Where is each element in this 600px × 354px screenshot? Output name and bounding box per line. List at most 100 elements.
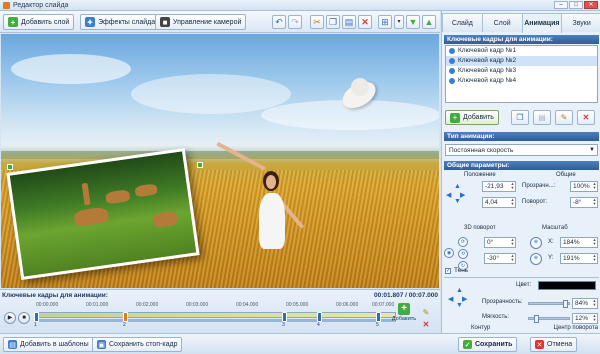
keyframe-number: 3: [282, 322, 285, 328]
rotation-3d-y-field[interactable]: -30° ▲ ▼: [484, 253, 516, 264]
brush-icon[interactable]: ✎: [555, 110, 573, 125]
close-window-button[interactable]: ✕: [584, 1, 598, 9]
paste-icon[interactable]: ▤: [342, 15, 356, 29]
arrow-left-icon[interactable]: ◀: [448, 295, 453, 303]
position-arrow-pad[interactable]: ▲ ◀ ▶ ▼: [446, 183, 468, 205]
shadow-opacity-field[interactable]: 84% ▲ ▼: [572, 298, 598, 309]
add-keyframe-panel-button[interactable]: + Добавить: [445, 110, 499, 125]
rotate-x-icon[interactable]: ⟳: [458, 237, 468, 247]
timeline-track[interactable]: [36, 312, 396, 318]
list-item[interactable]: Ключевой кадр №2: [446, 56, 597, 66]
undo-icon[interactable]: ↶: [272, 15, 286, 29]
spinner-icon[interactable]: ▲ ▼: [592, 238, 597, 247]
slider-knob[interactable]: [534, 315, 539, 323]
arrow-up-icon[interactable]: ▲: [456, 287, 463, 294]
arrow-down-icon[interactable]: ▼: [456, 302, 463, 309]
spinner-icon[interactable]: ▲ ▼: [510, 198, 515, 207]
redo-icon[interactable]: ↷: [288, 15, 302, 29]
opacity-field[interactable]: 100% ▲ ▼: [570, 181, 598, 192]
camera-control-button[interactable]: ■ Управление камерой: [155, 14, 247, 30]
copy-keyframe-icon[interactable]: ❐: [511, 110, 529, 125]
keyframe-marker[interactable]: 3: [282, 312, 287, 328]
cut-icon[interactable]: ✂: [310, 15, 324, 29]
save-stop-frame-button[interactable]: ▣ Сохранить стоп-кадр: [92, 337, 183, 352]
rotation-center-label[interactable]: Центр поворота: [554, 325, 598, 331]
scale-x-field[interactable]: 184% ▲ ▼: [560, 237, 598, 248]
arrow-up-icon[interactable]: ▲: [454, 183, 461, 190]
scale-y-field[interactable]: 191% ▲ ▼: [560, 253, 598, 264]
delete-keyframe-panel-icon[interactable]: ✕: [577, 110, 595, 125]
arrow-down-icon[interactable]: ▼: [454, 198, 461, 205]
add-layer-button[interactable]: + Добавить слой: [3, 14, 75, 30]
keyframe-marker[interactable]: 5: [376, 312, 381, 328]
deer: [81, 182, 91, 206]
shadow-opacity-slider[interactable]: [528, 300, 570, 308]
list-item[interactable]: Ключевой кадр №3: [446, 66, 597, 76]
align-dropdown-icon[interactable]: ▾: [394, 15, 404, 29]
position-x-field[interactable]: -21,93 ▲ ▼: [482, 181, 516, 192]
keyframe-list[interactable]: Ключевой кадр №1 Ключевой кадр №2 Ключев…: [445, 45, 598, 103]
save-button[interactable]: ✓ Сохранить: [458, 337, 518, 352]
softness-field[interactable]: 12% ▲ ▼: [572, 313, 598, 324]
rotation-3d-x-field[interactable]: 0° ▲ ▼: [484, 237, 516, 248]
cloud: [131, 74, 291, 114]
move-down-icon[interactable]: ▼: [406, 15, 420, 29]
shadow-checkbox[interactable]: ✓ Тень: [445, 266, 485, 275]
spinner-icon[interactable]: ▲ ▼: [510, 238, 515, 247]
spinner-icon[interactable]: ▲ ▼: [592, 299, 597, 308]
keyframe-marker[interactable]: 1: [34, 312, 39, 328]
keyframe-marker[interactable]: 2: [123, 312, 128, 328]
spinner-icon[interactable]: ▲ ▼: [510, 182, 515, 191]
delete-keyframe-icon[interactable]: ✕: [420, 320, 432, 330]
spinner-icon[interactable]: ▲ ▼: [592, 182, 597, 191]
zoom-icon[interactable]: ⊕: [530, 237, 542, 249]
delete-icon[interactable]: ✕: [358, 15, 372, 29]
softness-slider[interactable]: [528, 315, 570, 323]
checkbox-checked-icon[interactable]: ✓: [445, 267, 451, 274]
list-item[interactable]: Ключевой кадр №4: [446, 76, 597, 86]
spinner-icon[interactable]: ▲ ▼: [592, 254, 597, 263]
spinner-icon[interactable]: ▲ ▼: [592, 314, 597, 323]
maximize-button[interactable]: □: [569, 1, 583, 9]
selection-handle[interactable]: [7, 164, 13, 170]
animation-type-header: Тип анимации:: [444, 132, 599, 141]
slider-knob[interactable]: [563, 300, 568, 308]
spinner-icon[interactable]: ▲ ▼: [510, 254, 515, 263]
list-item[interactable]: Ключевой кадр №1: [446, 46, 597, 56]
zoom-icon[interactable]: ⊕: [530, 253, 542, 265]
cancel-button[interactable]: ✕ Отмена: [530, 337, 578, 352]
hat-layer[interactable]: [337, 74, 381, 114]
edit-icon[interactable]: ✎: [420, 308, 432, 318]
tab-layer[interactable]: Слой: [481, 13, 523, 32]
shadow-arrow-pad[interactable]: ▲ ◀ ▶ ▼: [448, 287, 470, 309]
play-button[interactable]: ▶: [4, 312, 16, 324]
add-to-templates-button[interactable]: ▤ Добавить в шаблоны: [3, 337, 94, 352]
keyframe-number: 1: [34, 322, 37, 328]
arrow-left-icon[interactable]: ◀: [446, 191, 451, 199]
add-keyframe-button[interactable]: + Добавить: [390, 303, 418, 333]
contour-label[interactable]: Контур: [471, 325, 490, 331]
align-icon[interactable]: ⊞: [378, 15, 392, 29]
slide-canvas[interactable]: [1, 34, 439, 288]
minimize-button[interactable]: –: [554, 1, 568, 9]
animation-type-select[interactable]: Постоянная скорость ▼: [445, 144, 598, 156]
position-y-field[interactable]: 4,04 ▲ ▼: [482, 197, 516, 208]
eye-icon[interactable]: ◉: [444, 248, 454, 258]
keyframe-marker[interactable]: 4: [317, 312, 322, 328]
rotate-field[interactable]: -8° ▲ ▼: [570, 197, 598, 208]
move-up-icon[interactable]: ▲: [422, 15, 436, 29]
keyframes-section-header: Ключевые кадры для анимации:: [444, 35, 599, 44]
tab-slide[interactable]: Слайд: [442, 13, 483, 32]
shadow-color-swatch[interactable]: [538, 281, 596, 290]
spinner-icon[interactable]: ▲ ▼: [592, 198, 597, 207]
slide-effects-button[interactable]: ✦ Эффекты слайда: [80, 14, 161, 30]
shadow-label: Тень: [454, 267, 469, 274]
selection-handle[interactable]: [197, 162, 203, 168]
copy-icon[interactable]: ❐: [326, 15, 340, 29]
add-to-templates-label: Добавить в шаблоны: [20, 341, 89, 348]
tab-sounds[interactable]: Звуки: [561, 13, 600, 32]
tab-animation[interactable]: Анимация: [521, 13, 563, 33]
paste-keyframe-icon[interactable]: ▤: [533, 110, 551, 125]
stop-button[interactable]: ■: [18, 312, 30, 324]
rotate-y-icon[interactable]: ⟲: [458, 249, 468, 259]
